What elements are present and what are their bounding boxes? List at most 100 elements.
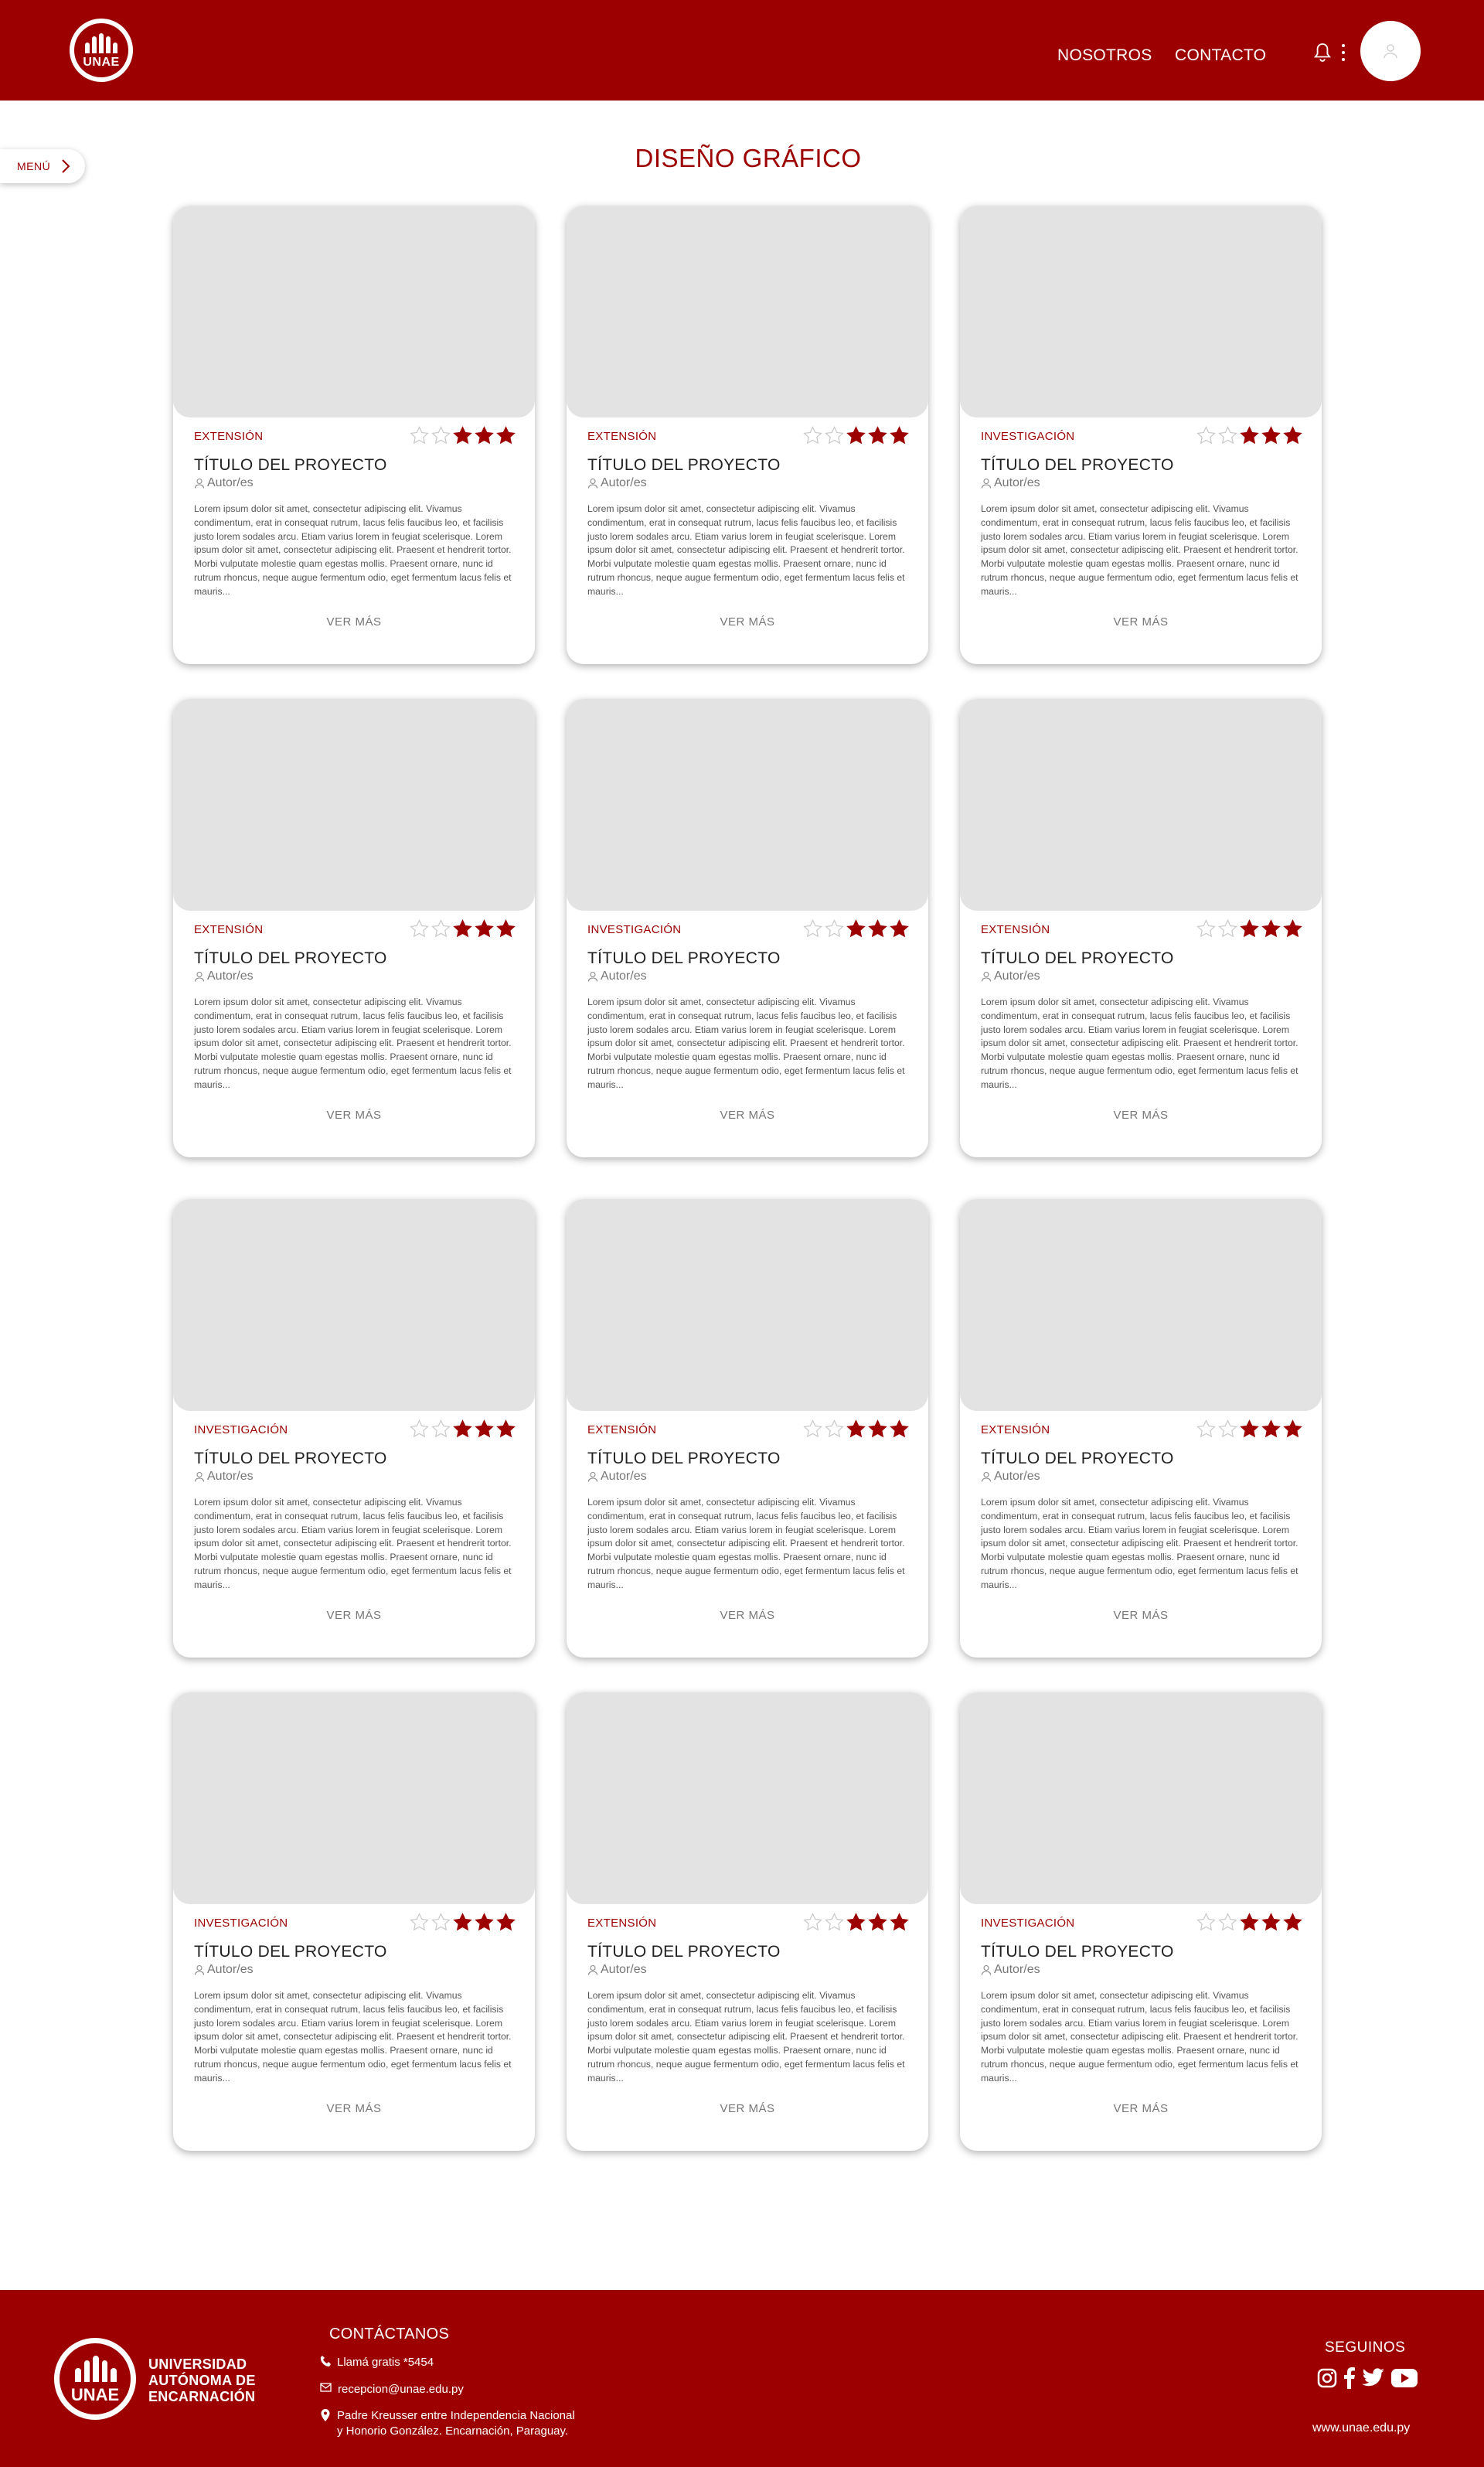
star-icon[interactable]: [1218, 1419, 1237, 1439]
star-icon[interactable]: [1196, 1913, 1216, 1932]
see-more-link[interactable]: VER MÁS: [960, 1609, 1322, 1622]
star-icon[interactable]: [496, 1913, 516, 1932]
project-card[interactable]: EXTENSIÓN TÍTULO DEL PROYECTO Autor/es Lore…: [567, 206, 928, 664]
star-icon[interactable]: [868, 1913, 887, 1932]
star-icon[interactable]: [890, 426, 909, 445]
project-image[interactable]: [960, 699, 1322, 911]
star-icon[interactable]: [1218, 426, 1237, 445]
website-link[interactable]: www.unae.edu.py: [1312, 2421, 1410, 2435]
project-card[interactable]: INVESTIGACIÓN TÍTULO DEL PROYECTO Autor/es…: [567, 699, 928, 1157]
star-icon[interactable]: [410, 1419, 429, 1439]
star-icon[interactable]: [846, 919, 866, 939]
instagram-icon[interactable]: [1317, 2368, 1337, 2388]
star-icon[interactable]: [431, 1913, 451, 1932]
star-icon[interactable]: [803, 1913, 822, 1932]
see-more-link[interactable]: VER MÁS: [173, 1109, 535, 1122]
see-more-link[interactable]: VER MÁS: [960, 615, 1322, 629]
see-more-link[interactable]: VER MÁS: [567, 615, 928, 629]
rating-stars[interactable]: [803, 1419, 909, 1439]
rating-stars[interactable]: [803, 919, 909, 939]
rating-stars[interactable]: [1196, 919, 1302, 939]
rating-stars[interactable]: [410, 426, 516, 445]
project-card[interactable]: INVESTIGACIÓN TÍTULO DEL PROYECTO Autor/es…: [960, 206, 1322, 664]
see-more-link[interactable]: VER MÁS: [173, 1609, 535, 1622]
project-card[interactable]: EXTENSIÓN TÍTULO DEL PROYECTO Autor/es Lore…: [173, 699, 535, 1157]
rating-stars[interactable]: [1196, 1913, 1302, 1932]
star-icon[interactable]: [475, 1419, 494, 1439]
see-more-link[interactable]: VER MÁS: [960, 1109, 1322, 1122]
project-card[interactable]: EXTENSIÓN TÍTULO DEL PROYECTO Autor/es Lore…: [960, 1199, 1322, 1658]
star-icon[interactable]: [1283, 1913, 1302, 1932]
star-icon[interactable]: [1283, 426, 1302, 445]
star-icon[interactable]: [868, 1419, 887, 1439]
rating-stars[interactable]: [410, 1913, 516, 1932]
star-icon[interactable]: [803, 426, 822, 445]
see-more-link[interactable]: VER MÁS: [960, 2102, 1322, 2115]
star-icon[interactable]: [846, 1419, 866, 1439]
rating-stars[interactable]: [410, 1419, 516, 1439]
contact-email[interactable]: recepcion@unae.edu.py: [320, 2382, 464, 2397]
facebook-icon[interactable]: [1343, 2367, 1356, 2389]
star-icon[interactable]: [410, 426, 429, 445]
star-icon[interactable]: [475, 919, 494, 939]
star-icon[interactable]: [825, 1913, 844, 1932]
star-icon[interactable]: [496, 426, 516, 445]
project-image[interactable]: [960, 206, 1322, 417]
rating-stars[interactable]: [803, 426, 909, 445]
see-more-link[interactable]: VER MÁS: [173, 615, 535, 629]
rating-stars[interactable]: [410, 919, 516, 939]
star-icon[interactable]: [431, 426, 451, 445]
project-image[interactable]: [173, 699, 535, 911]
project-card[interactable]: EXTENSIÓN TÍTULO DEL PROYECTO Autor/es Lore…: [173, 206, 535, 664]
project-card[interactable]: INVESTIGACIÓN TÍTULO DEL PROYECTO Autor/es…: [173, 1199, 535, 1658]
star-icon[interactable]: [846, 426, 866, 445]
star-icon[interactable]: [1240, 1419, 1259, 1439]
project-image[interactable]: [567, 1692, 928, 1904]
rating-stars[interactable]: [1196, 1419, 1302, 1439]
star-icon[interactable]: [868, 919, 887, 939]
star-icon[interactable]: [453, 1419, 472, 1439]
youtube-icon[interactable]: [1391, 2368, 1418, 2388]
star-icon[interactable]: [846, 1913, 866, 1932]
see-more-link[interactable]: VER MÁS: [173, 2102, 535, 2115]
star-icon[interactable]: [1196, 1419, 1216, 1439]
star-icon[interactable]: [1261, 1419, 1281, 1439]
project-card[interactable]: INVESTIGACIÓN TÍTULO DEL PROYECTO Autor/es…: [960, 1692, 1322, 2151]
star-icon[interactable]: [496, 1419, 516, 1439]
star-icon[interactable]: [475, 426, 494, 445]
project-card[interactable]: EXTENSIÓN TÍTULO DEL PROYECTO Autor/es Lore…: [567, 1199, 928, 1658]
footer-logo[interactable]: UNAE: [54, 2338, 136, 2420]
star-icon[interactable]: [1240, 426, 1259, 445]
project-image[interactable]: [567, 1199, 928, 1411]
star-icon[interactable]: [1261, 919, 1281, 939]
see-more-link[interactable]: VER MÁS: [567, 2102, 928, 2115]
star-icon[interactable]: [1218, 919, 1237, 939]
star-icon[interactable]: [825, 919, 844, 939]
see-more-link[interactable]: VER MÁS: [567, 1609, 928, 1622]
star-icon[interactable]: [496, 919, 516, 939]
project-card[interactable]: INVESTIGACIÓN TÍTULO DEL PROYECTO Autor/es…: [173, 1692, 535, 2151]
star-icon[interactable]: [1218, 1913, 1237, 1932]
see-more-link[interactable]: VER MÁS: [567, 1109, 928, 1122]
contact-phone[interactable]: Llamá gratis *5454: [320, 2355, 434, 2370]
star-icon[interactable]: [475, 1913, 494, 1932]
project-image[interactable]: [173, 1692, 535, 1904]
star-icon[interactable]: [825, 426, 844, 445]
project-image[interactable]: [960, 1199, 1322, 1411]
star-icon[interactable]: [1283, 1419, 1302, 1439]
star-icon[interactable]: [431, 1419, 451, 1439]
star-icon[interactable]: [803, 919, 822, 939]
star-icon[interactable]: [1240, 919, 1259, 939]
star-icon[interactable]: [803, 1419, 822, 1439]
project-card[interactable]: EXTENSIÓN TÍTULO DEL PROYECTO Autor/es Lore…: [567, 1692, 928, 2151]
star-icon[interactable]: [453, 919, 472, 939]
star-icon[interactable]: [453, 426, 472, 445]
star-icon[interactable]: [825, 1419, 844, 1439]
star-icon[interactable]: [1261, 1913, 1281, 1932]
star-icon[interactable]: [410, 919, 429, 939]
star-icon[interactable]: [431, 919, 451, 939]
star-icon[interactable]: [868, 426, 887, 445]
star-icon[interactable]: [890, 919, 909, 939]
project-image[interactable]: [567, 699, 928, 911]
star-icon[interactable]: [1283, 919, 1302, 939]
